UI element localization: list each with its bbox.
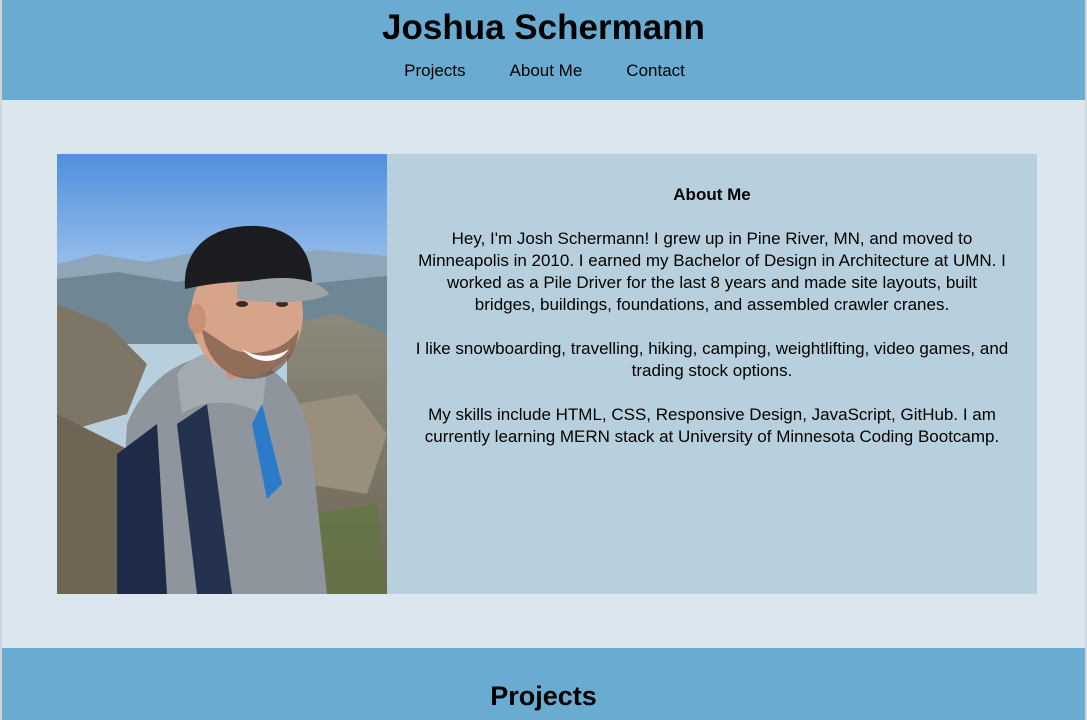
projects-section: Projects [2, 648, 1085, 720]
nav-link-projects[interactable]: Projects [404, 61, 465, 81]
nav-link-about-me[interactable]: About Me [510, 61, 583, 81]
profile-photo [57, 154, 387, 594]
main-nav: Projects About Me Contact [2, 61, 1085, 81]
about-heading: About Me [673, 185, 751, 204]
about-paragraph: Hey, I'm Josh Schermann! I grew up in Pi… [418, 229, 1006, 314]
about-paragraph: I like snowboarding, travelling, hiking,… [415, 339, 1009, 380]
page: Joshua Schermann Projects About Me Conta… [0, 0, 1087, 720]
site-title: Joshua Schermann [382, 8, 705, 47]
site-header: Joshua Schermann Projects About Me Conta… [2, 0, 1085, 100]
about-text: About Me Hey, I'm Josh Schermann! I grew… [415, 184, 1009, 470]
about-section: About Me Hey, I'm Josh Schermann! I grew… [57, 154, 1037, 594]
about-paragraph: My skills include HTML, CSS, Responsive … [424, 405, 1000, 446]
nav-link-contact[interactable]: Contact [626, 61, 685, 81]
projects-heading: Projects [490, 681, 597, 711]
